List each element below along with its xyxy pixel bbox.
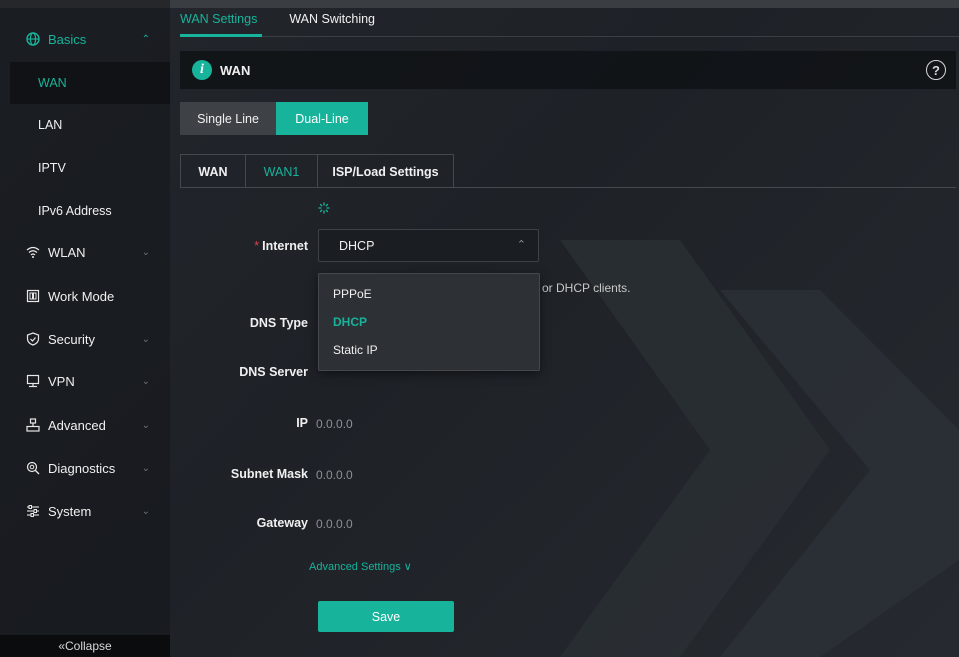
option-static-ip[interactable]: Static IP <box>319 336 539 364</box>
work-mode-icon <box>26 289 40 303</box>
wifi-icon <box>26 245 40 259</box>
gateway-value: 0.0.0.0 <box>316 517 353 531</box>
chevron-down-icon: ⌄ <box>141 246 150 258</box>
sidebar-item-lan[interactable]: LAN <box>10 104 170 146</box>
sidebar-group-label: Security <box>48 331 95 347</box>
shield-icon <box>26 332 40 346</box>
save-button[interactable]: Save <box>318 601 454 632</box>
dual-line-button[interactable]: Dual-Line <box>276 102 368 135</box>
chevron-up-icon: ⌃ <box>141 33 150 45</box>
chevron-down-icon: ⌄ <box>141 333 150 345</box>
internet-label: * Internet <box>178 239 308 253</box>
sidebar-group-label: Advanced <box>48 417 106 433</box>
internet-select[interactable]: DHCP ⌃ <box>318 229 539 262</box>
sidebar-item-label: LAN <box>38 118 63 132</box>
ip-label: IP <box>296 416 308 430</box>
tab-active-indicator <box>180 34 262 37</box>
sidebar-group-vpn[interactable]: VPN ⌄ <box>10 360 162 402</box>
wan-sub-tabs: WAN WAN1 ISP/Load Settings <box>180 154 454 188</box>
option-dhcp[interactable]: DHCP <box>319 308 539 336</box>
chevron-down-icon: ⌄ <box>141 419 150 431</box>
chevron-down-icon: ⌄ <box>141 462 150 474</box>
sidebar-group-security[interactable]: Security ⌄ <box>10 318 162 360</box>
dhcp-hint-text: or DHCP clients. <box>542 281 631 295</box>
sidebar: Basics ⌃ WAN LAN IPTV IPv6 Address WLAN … <box>0 0 170 657</box>
sidebar-group-diagnostics[interactable]: Diagnostics ⌄ <box>10 447 162 489</box>
vpn-icon <box>26 374 40 388</box>
dns-server-label: DNS Server <box>239 365 308 379</box>
help-icon[interactable]: ? <box>926 60 946 80</box>
subnet-mask-value: 0.0.0.0 <box>316 468 353 482</box>
ip-value: 0.0.0.0 <box>316 417 353 431</box>
required-mark: * <box>254 239 260 253</box>
sidebar-item-label: IPv6 Address <box>38 204 112 218</box>
tab-wan1[interactable]: WAN1 <box>245 154 318 188</box>
subnet-mask-label: Subnet Mask <box>230 467 308 481</box>
chevron-down-icon: ⌄ <box>141 375 150 387</box>
internet-select-value: DHCP <box>339 238 375 253</box>
advanced-settings-link[interactable]: Advanced Settings ∨ <box>309 560 412 573</box>
section-title: WAN <box>220 62 251 78</box>
sub-tabs-divider <box>180 187 956 188</box>
sidebar-group-work-mode[interactable]: Work Mode <box>10 275 162 317</box>
globe-icon <box>26 32 40 46</box>
gateway-label: Gateway <box>256 516 308 530</box>
sidebar-item-wan[interactable]: WAN <box>10 62 170 104</box>
sidebar-item-ipv6-address[interactable]: IPv6 Address <box>10 190 170 232</box>
sidebar-group-system[interactable]: System ⌄ <box>10 490 162 532</box>
option-pppoe[interactable]: PPPoE <box>319 280 539 308</box>
sidebar-item-iptv[interactable]: IPTV <box>10 147 170 189</box>
system-icon <box>26 504 40 518</box>
advanced-icon <box>26 418 40 432</box>
sidebar-group-basics[interactable]: Basics ⌃ <box>10 18 162 60</box>
info-icon: i <box>192 60 212 80</box>
loading-spinner-icon <box>318 202 330 217</box>
sidebar-item-label: IPTV <box>38 161 66 175</box>
tab-wan-switching[interactable]: WAN Switching <box>289 8 375 38</box>
sidebar-group-advanced[interactable]: Advanced ⌄ <box>10 404 162 446</box>
dns-type-label: DNS Type <box>249 316 308 330</box>
tab-divider <box>180 36 959 37</box>
diagnostics-icon <box>26 461 40 475</box>
chevron-down-icon: ⌄ <box>141 505 150 517</box>
sidebar-group-label: Diagnostics <box>48 460 116 476</box>
sidebar-group-label: Basics <box>48 31 87 47</box>
collapse-button[interactable]: «Collapse <box>0 635 170 657</box>
sidebar-group-label: WLAN <box>48 244 86 260</box>
tab-wan[interactable]: WAN <box>180 154 246 188</box>
single-line-button[interactable]: Single Line <box>180 102 276 135</box>
sidebar-item-label: WAN <box>38 76 67 90</box>
section-header: i WAN ? <box>180 51 956 89</box>
sidebar-group-label: VPN <box>48 373 75 389</box>
tab-isp-load-settings[interactable]: ISP/Load Settings <box>317 154 454 188</box>
sidebar-group-label: System <box>48 503 92 519</box>
sidebar-group-label: Work Mode <box>48 288 115 304</box>
internet-dropdown-menu: PPPoE DHCP Static IP <box>318 273 540 371</box>
internet-label-text: Internet <box>262 239 308 253</box>
chevron-up-icon: ⌃ <box>516 239 526 251</box>
sidebar-group-wlan[interactable]: WLAN ⌄ <box>10 231 162 273</box>
